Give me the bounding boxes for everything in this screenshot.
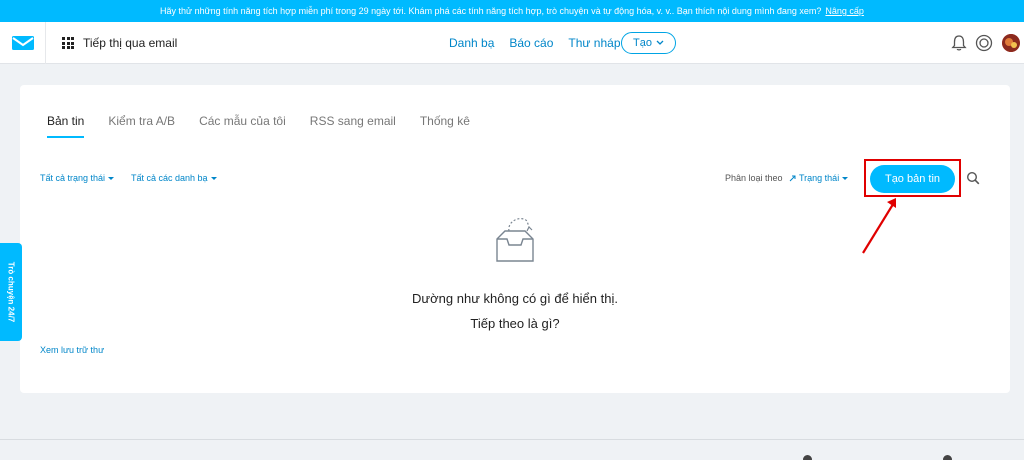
view-archive-link[interactable]: Xem lưu trữ thư [40, 345, 104, 355]
promo-banner: Hãy thử những tính năng tích hợp miễn ph… [0, 0, 1024, 22]
help-icon[interactable] [975, 34, 993, 52]
empty-state-next: Tiếp theo là gì? [470, 316, 560, 331]
search-icon[interactable] [966, 171, 980, 185]
nav-reports-link[interactable]: Báo cáo [509, 36, 553, 50]
envelope-logo-icon [11, 36, 34, 50]
avatar[interactable] [1002, 34, 1020, 52]
nav-drafts-link[interactable]: Thư nháp [568, 36, 620, 50]
apps-grid-icon[interactable] [62, 37, 74, 49]
caret-down-icon [842, 176, 849, 180]
tab-rss-to-email[interactable]: RSS sang email [310, 114, 396, 138]
promo-text: Hãy thử những tính năng tích hợp miễn ph… [160, 6, 822, 16]
tab-my-templates[interactable]: Các mẫu của tôi [199, 114, 286, 138]
sort-arrow-icon [789, 175, 796, 181]
annotation-arrow-icon [862, 198, 896, 254]
bell-icon[interactable] [950, 34, 968, 52]
main-nav: Danh bạ Báo cáo Thư nháp [449, 36, 621, 50]
top-navigation: Tiếp thị qua email Danh bạ Báo cáo Thư n… [0, 22, 1024, 64]
tab-newsletters[interactable]: Bản tin [47, 114, 85, 138]
empty-inbox-icon [496, 218, 534, 262]
caret-down-icon [210, 176, 217, 180]
sort-value-label: Trạng thái [799, 173, 840, 183]
nav-contacts-link[interactable]: Danh bạ [449, 36, 494, 50]
status-filter-dropdown[interactable]: Tất cả trạng thái [40, 173, 115, 183]
sort-dropdown[interactable]: Trạng thái [789, 173, 849, 183]
status-filter-label: Tất cả trạng thái [40, 173, 106, 183]
create-newsletter-button[interactable]: Tạo bản tin [870, 165, 955, 193]
logo[interactable] [0, 22, 46, 64]
sort-label: Phân loại theo [725, 173, 783, 183]
create-button-label: Tạo [633, 37, 652, 49]
tab-bar: Bản tin Kiểm tra A/B Các mẫu của tôi RSS… [47, 114, 494, 138]
caret-down-icon [108, 176, 115, 180]
chevron-down-icon [656, 40, 664, 45]
footer-divider [0, 439, 1024, 440]
footer-icon[interactable] [803, 455, 812, 460]
chat-24-7-tab[interactable]: Trò chuyện 24/7 [0, 243, 22, 341]
empty-state-message: Dường như không có gì để hiển thị. [412, 291, 618, 306]
list-filter-label: Tất cả các danh bạ [131, 173, 208, 183]
upgrade-link[interactable]: Nâng cấp [825, 6, 864, 16]
avatar-image [1002, 34, 1020, 52]
tab-statistics[interactable]: Thống kê [420, 114, 470, 138]
create-dropdown-button[interactable]: Tạo [621, 32, 676, 54]
tab-ab-test[interactable]: Kiểm tra A/B [108, 114, 175, 138]
chat-tab-label: Trò chuyện 24/7 [6, 261, 16, 323]
app-title: Tiếp thị qua email [83, 36, 178, 50]
footer-icon[interactable] [943, 455, 952, 460]
list-filter-dropdown[interactable]: Tất cả các danh bạ [131, 173, 217, 183]
